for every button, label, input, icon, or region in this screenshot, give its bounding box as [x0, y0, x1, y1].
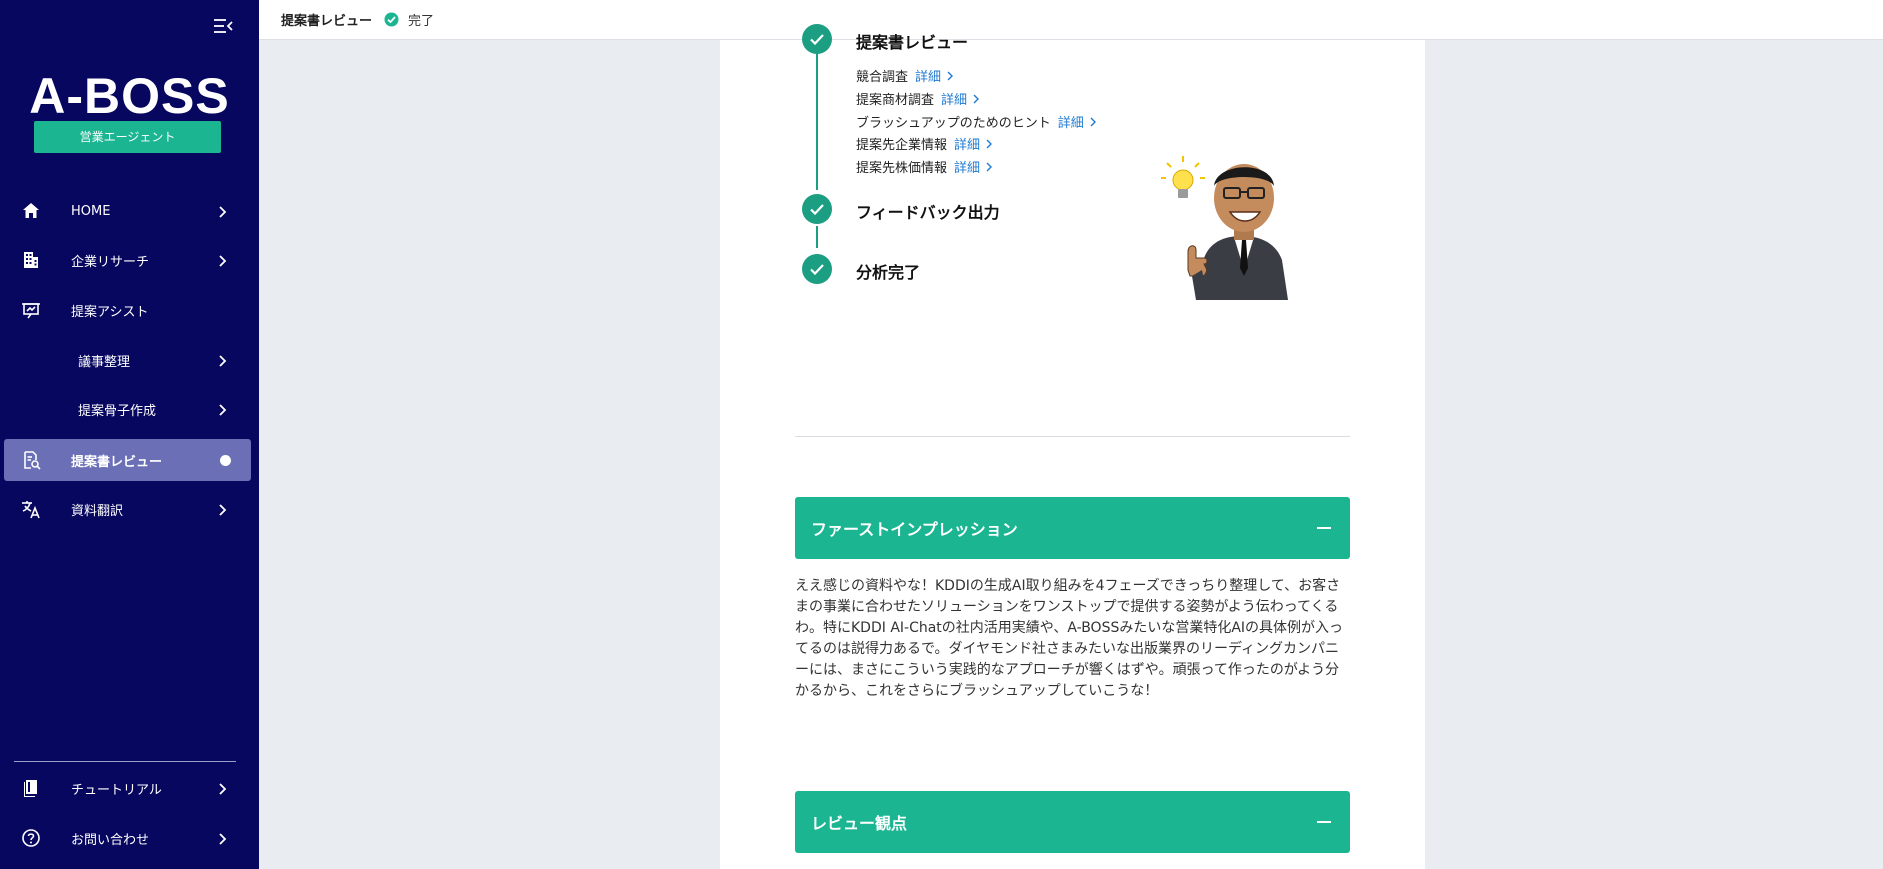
- sidebar-item-contact[interactable]: お問い合わせ: [4, 817, 251, 859]
- chevron-right-icon: [215, 204, 229, 218]
- lightbulb-icon: [1161, 156, 1205, 198]
- help-circle-icon: [20, 827, 42, 849]
- step-title: 提案書レビュー: [856, 33, 969, 52]
- book-icon: [20, 777, 42, 799]
- app-subtitle-badge: 営業エージェント: [34, 121, 221, 153]
- sidebar-item-translation[interactable]: 資料翻訳: [4, 488, 251, 530]
- sub-item-row: 提案商材調査 詳細: [856, 89, 980, 108]
- sidebar-item-label: 提案アシスト: [71, 304, 149, 320]
- accordion-title: ファーストインプレッション: [811, 520, 1018, 539]
- first-impression-text: ええ感じの資料やな！KDDIの生成AI取り組みを4フェーズできっちり整理して、お…: [795, 578, 1344, 699]
- sidebar-item-proposal-assist[interactable]: 提案アシスト: [4, 289, 251, 331]
- sub-item-row: ブラッシュアップのためのヒント 詳細: [856, 112, 1097, 131]
- chevron-right-icon: [215, 402, 229, 416]
- sidebar-item-label: 資料翻訳: [71, 503, 124, 519]
- sub-item-row: 提案先企業情報 詳細: [856, 134, 993, 153]
- sub-item-label: ブラッシュアップのためのヒント: [856, 116, 1051, 131]
- chevron-right-icon: [215, 353, 229, 367]
- sidebar-item-company-research[interactable]: 企業リサーチ: [4, 239, 251, 281]
- active-indicator-dot: [220, 455, 231, 466]
- chevron-right-icon: [973, 94, 980, 103]
- detail-link[interactable]: 詳細: [954, 134, 993, 153]
- sub-item-label: 提案先企業情報: [856, 138, 948, 153]
- chevron-right-icon: [215, 253, 229, 267]
- step-title: フィードバック出力: [856, 203, 1000, 222]
- sidebar-item-label: チュートリアル: [71, 782, 162, 798]
- sidebar-divider: [14, 761, 236, 762]
- chevron-right-icon: [986, 139, 993, 148]
- building-icon: [20, 249, 42, 271]
- step-complete-icon: [802, 24, 832, 54]
- translate-icon: [20, 498, 42, 520]
- sidebar: A-BOSS 営業エージェント HOME 企業リサーチ 提案アシスト 議事整理 …: [0, 0, 259, 869]
- sidebar-item-label: 議事整理: [78, 354, 131, 370]
- sidebar-item-proposal-outline[interactable]: 提案骨子作成: [4, 388, 251, 430]
- mascot-illustration: [1158, 140, 1298, 300]
- sidebar-item-label: 提案骨子作成: [78, 403, 157, 419]
- detail-link[interactable]: 詳細: [1058, 112, 1097, 131]
- sidebar-item-tutorial[interactable]: チュートリアル: [4, 767, 251, 809]
- step-title: 分析完了: [856, 263, 921, 282]
- timeline-connector: [816, 40, 818, 190]
- main-panel: [720, 40, 1425, 869]
- accordion-title: レビュー観点: [811, 814, 908, 833]
- sidebar-item-label: 企業リサーチ: [71, 254, 150, 270]
- sub-item-label: 提案先株価情報: [856, 161, 948, 176]
- section-divider: [795, 436, 1350, 437]
- detail-link[interactable]: 詳細: [915, 66, 954, 85]
- chevron-right-icon: [215, 781, 229, 795]
- sidebar-item-label: お問い合わせ: [71, 832, 150, 848]
- detail-link[interactable]: 詳細: [941, 89, 980, 108]
- sub-item-row: 競合調査 詳細: [856, 66, 954, 85]
- chevron-right-icon: [1090, 117, 1096, 126]
- collapse-minus-icon[interactable]: [1317, 527, 1331, 529]
- sidebar-item-proposal-review[interactable]: 提案書レビュー: [4, 439, 251, 481]
- detail-link[interactable]: 詳細: [954, 157, 993, 176]
- chevron-right-icon: [215, 502, 229, 516]
- sub-item-label: 競合調査: [856, 70, 909, 85]
- sidebar-item-home[interactable]: HOME: [4, 190, 251, 232]
- step-complete-icon: [802, 254, 832, 284]
- home-icon: [20, 200, 42, 222]
- step-complete-icon: [802, 194, 832, 224]
- sidebar-item-label: HOME: [71, 203, 111, 219]
- presentation-icon: [20, 299, 42, 321]
- top-bar: 提案書レビュー 完了: [259, 0, 1883, 40]
- timeline-connector: [816, 226, 818, 248]
- status-text: 完了: [408, 14, 435, 29]
- sidebar-item-label: 提案書レビュー: [71, 454, 163, 470]
- page-title: 提案書レビュー: [281, 14, 373, 29]
- collapse-minus-icon[interactable]: [1317, 821, 1331, 823]
- chevron-right-icon: [215, 831, 229, 845]
- first-impression-accordion-header[interactable]: ファーストインプレッション: [795, 497, 1350, 559]
- sub-item-label: 提案商材調査: [856, 93, 935, 108]
- chevron-right-icon: [947, 71, 954, 80]
- sub-item-row: 提案先株価情報 詳細: [856, 157, 993, 176]
- check-circle-icon: [384, 12, 399, 27]
- review-points-accordion-header[interactable]: レビュー観点: [795, 791, 1350, 853]
- app-logo: A-BOSS: [29, 68, 230, 124]
- sidebar-item-minutes[interactable]: 議事整理: [4, 339, 251, 381]
- chevron-right-icon: [986, 162, 993, 171]
- document-search-icon: [20, 449, 42, 471]
- collapse-sidebar-icon[interactable]: [212, 17, 234, 35]
